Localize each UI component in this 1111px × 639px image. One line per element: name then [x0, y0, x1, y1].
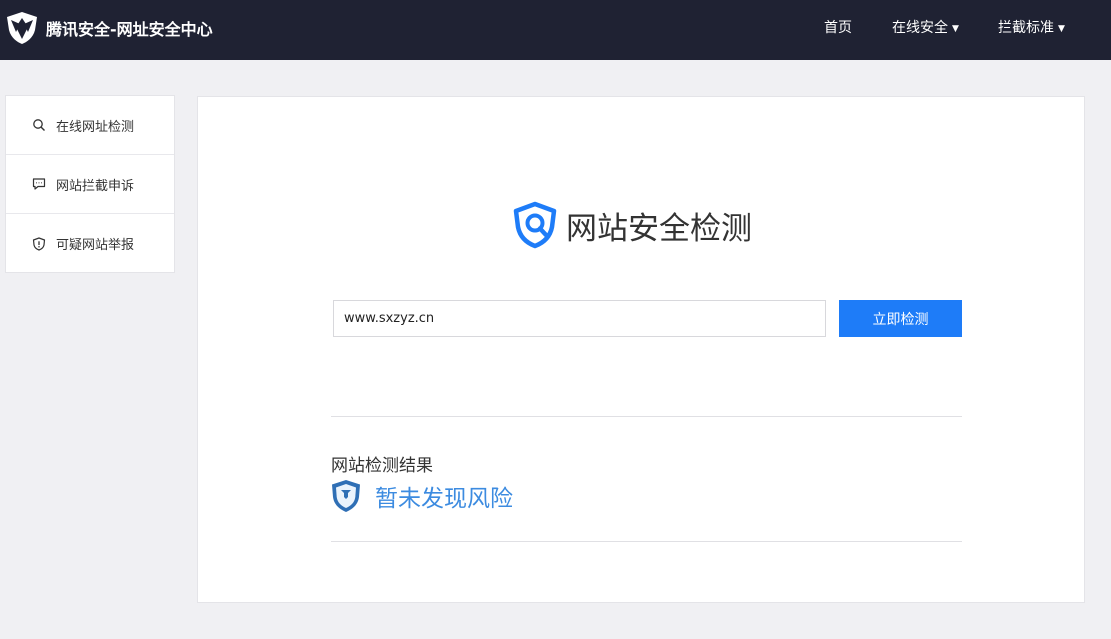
- nav-home[interactable]: 首页: [824, 0, 852, 60]
- shield-alert-icon: [32, 236, 46, 251]
- chevron-down-icon: ▼: [1058, 24, 1065, 34]
- sidebar-item-label: 在线网址检测: [56, 119, 135, 135]
- nav-block-standards[interactable]: 拦截标准 ▼: [998, 0, 1065, 60]
- top-navigation-bar: 腾讯安全-网址安全中心 首页 在线安全 ▼ 拦截标准 ▼: [0, 0, 1111, 60]
- brand-title: 腾讯安全-网址安全中心: [46, 20, 213, 39]
- chat-icon: [32, 178, 46, 190]
- nav-block-standards-label: 拦截标准: [998, 20, 1054, 36]
- result-status: 暂未发现风险: [331, 479, 513, 513]
- check-now-button[interactable]: 立即检测: [839, 300, 962, 337]
- divider: [331, 416, 962, 417]
- page-heading: 网站安全检测: [512, 201, 752, 249]
- nav-online-security-label: 在线安全: [892, 20, 948, 36]
- main-panel: 网站安全检测 立即检测 网站检测结果 暂未发现风险: [197, 96, 1085, 603]
- tencent-security-logo-icon: [7, 12, 37, 44]
- nav-home-label: 首页: [824, 20, 852, 36]
- search-icon: [33, 119, 45, 131]
- safe-shield-icon: [332, 480, 360, 512]
- sidebar-item-block-appeal[interactable]: 网站拦截申诉: [6, 155, 174, 214]
- sidebar-item-report-site[interactable]: 可疑网站举报: [6, 214, 174, 273]
- url-input[interactable]: [333, 300, 826, 337]
- divider: [331, 541, 962, 542]
- shield-search-icon: [513, 201, 557, 249]
- chevron-down-icon: ▼: [952, 24, 959, 34]
- sidebar-item-label: 可疑网站举报: [56, 238, 135, 253]
- nav-online-security[interactable]: 在线安全 ▼: [892, 0, 959, 60]
- sidebar: 在线网址检测 网站拦截申诉 可疑网站举报: [5, 95, 175, 273]
- sidebar-item-url-check[interactable]: 在线网址检测: [6, 96, 174, 155]
- brand[interactable]: 腾讯安全-网址安全中心: [4, 10, 213, 46]
- page-title: 网站安全检测: [566, 210, 752, 247]
- sidebar-item-label: 网站拦截申诉: [56, 178, 135, 194]
- result-label: 网站检测结果: [331, 456, 433, 476]
- result-status-text: 暂未发现风险: [375, 486, 513, 512]
